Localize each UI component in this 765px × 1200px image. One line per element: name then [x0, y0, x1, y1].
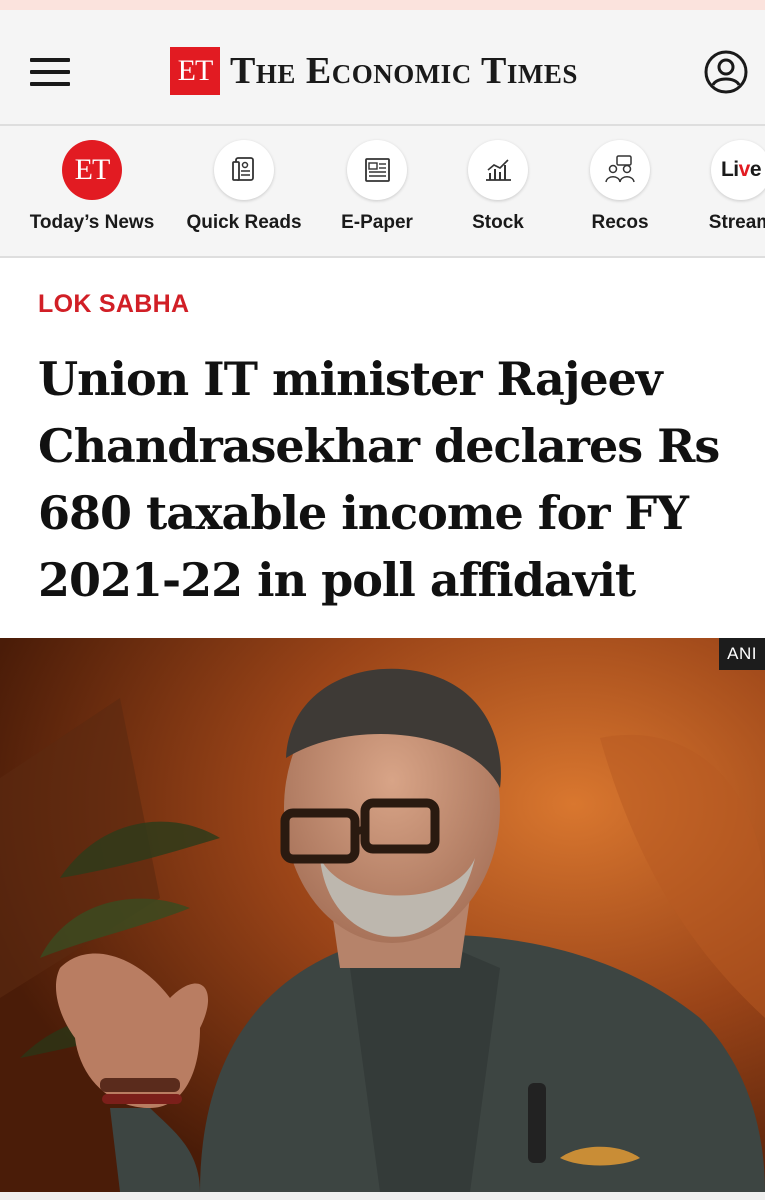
quick-nav-bar: ET Today’s News Quick Reads E-Paper Stoc… — [0, 126, 765, 258]
recos-people-icon — [590, 140, 650, 200]
quick-nav-todays-news[interactable]: ET Today’s News — [12, 140, 172, 234]
newspaper-icon — [347, 140, 407, 200]
photo-illustration — [0, 638, 765, 1192]
image-credit: ANI — [719, 638, 765, 670]
live-icon-text: Live — [720, 158, 762, 181]
article-header: LOK SABHA Union IT minister Rajeev Chand… — [0, 258, 765, 638]
article-category[interactable]: LOK SABHA — [38, 290, 189, 319]
menu-icon[interactable] — [30, 56, 70, 88]
stock-chart-icon — [468, 140, 528, 200]
quick-nav-label: Today’s News — [29, 212, 155, 233]
quick-reads-icon — [214, 140, 274, 200]
site-logo[interactable]: ET The Economic Times — [170, 46, 578, 96]
site-header: ET The Economic Times — [0, 10, 765, 126]
logo-badge: ET — [170, 47, 220, 95]
et-logo-icon: ET — [62, 140, 122, 200]
quick-nav-label: Stream — [708, 212, 765, 233]
top-strip — [0, 0, 765, 10]
article-headline: Union IT minister Rajeev Chandrasekhar d… — [38, 352, 720, 607]
user-profile-icon[interactable] — [704, 50, 748, 94]
quick-nav-stream[interactable]: Live Stream — [661, 140, 765, 234]
bottom-divider — [0, 1192, 765, 1200]
article-photo: ANI — [0, 638, 765, 1192]
live-icon: Live — [711, 140, 765, 200]
logo-wordmark: The Economic Times — [230, 50, 578, 92]
